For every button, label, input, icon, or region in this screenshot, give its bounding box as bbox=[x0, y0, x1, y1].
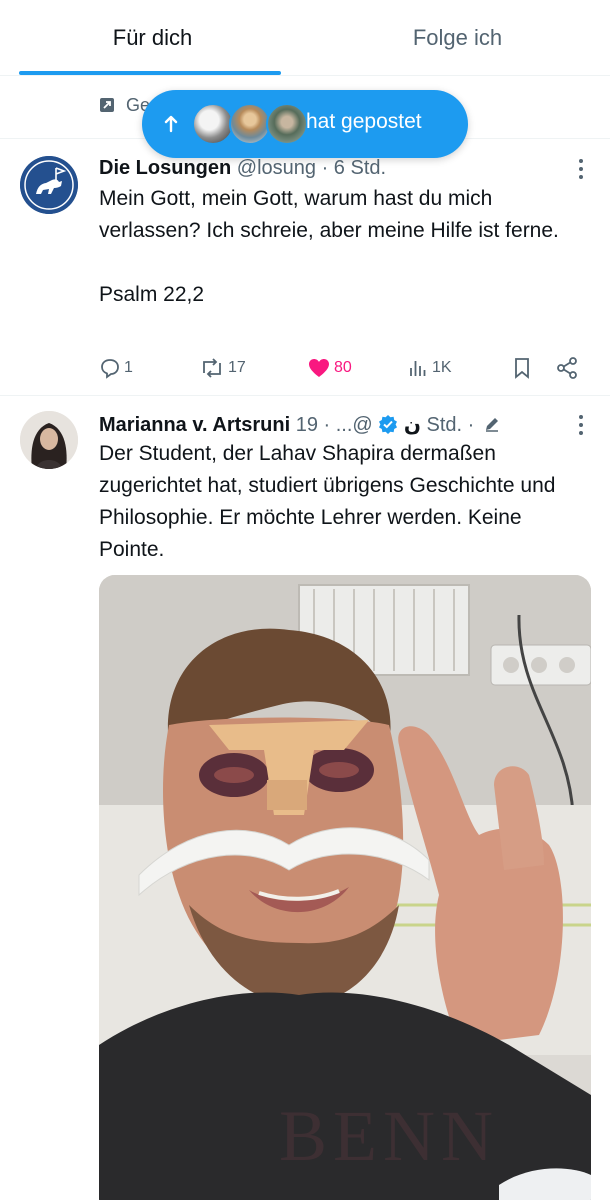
external-link-icon bbox=[100, 98, 114, 112]
action-bar: 1 17 80 1K bbox=[99, 354, 589, 382]
repost-count: 17 bbox=[228, 359, 246, 376]
author-name[interactable]: Die Losungen bbox=[99, 157, 231, 179]
tab-following[interactable]: Folge ich bbox=[305, 0, 610, 75]
view-count: 1K bbox=[432, 359, 452, 376]
avatar-photo bbox=[20, 411, 78, 469]
reply-count: 1 bbox=[124, 359, 133, 376]
bookmark-icon bbox=[515, 358, 529, 379]
views-button[interactable]: 1K bbox=[407, 354, 452, 382]
arrow-up-icon bbox=[164, 115, 178, 133]
post[interactable]: Marianna v. Artsruni ن @... · 19 Std. · … bbox=[0, 397, 610, 1200]
share-icon bbox=[557, 357, 577, 379]
handle-time: @losung · 6 Std. bbox=[231, 157, 387, 179]
new-posts-label: hat gepostet bbox=[306, 110, 422, 133]
pill-avatar bbox=[266, 103, 308, 145]
tab-for-you-label: Für dich bbox=[112, 24, 193, 50]
post-photo: BENN bbox=[99, 575, 591, 1200]
post-text: Der Student, der Lahav Shapira dermaßen … bbox=[99, 442, 562, 561]
reply-icon bbox=[101, 359, 119, 379]
like-count: 80 bbox=[334, 359, 352, 376]
post[interactable]: Die Losungen @losung · 6 Std. Mein Gott,… bbox=[0, 140, 610, 396]
losungen-logo-icon bbox=[20, 156, 78, 214]
bookmark-button[interactable] bbox=[511, 354, 536, 382]
post-header: Marianna v. Artsruni ن @... · 19 Std. · bbox=[99, 412, 500, 437]
pill-avatar bbox=[229, 103, 271, 145]
tab-for-you[interactable]: Für dich bbox=[0, 0, 305, 75]
avatar[interactable] bbox=[20, 156, 78, 214]
post-image[interactable]: BENN bbox=[99, 575, 591, 1200]
active-tab-indicator bbox=[19, 71, 281, 75]
repost-icon bbox=[203, 358, 221, 378]
share-button[interactable] bbox=[555, 354, 582, 382]
svg-text:BENN: BENN bbox=[279, 1096, 499, 1176]
timeline-tabs: Für dich Folge ich bbox=[0, 0, 610, 76]
tab-following-label: Folge ich bbox=[412, 24, 503, 50]
verified-badge-icon bbox=[379, 415, 398, 434]
post-header: Die Losungen @losung · 6 Std. bbox=[99, 157, 386, 180]
repost-button[interactable]: 17 bbox=[199, 354, 246, 382]
more-icon[interactable] bbox=[578, 159, 584, 181]
pill-avatar bbox=[192, 103, 234, 145]
author-name[interactable]: Marianna v. Artsruni bbox=[99, 414, 290, 436]
edited-pencil-icon bbox=[485, 418, 498, 432]
more-icon[interactable] bbox=[578, 415, 584, 437]
like-icon bbox=[309, 359, 329, 377]
views-icon bbox=[410, 361, 426, 376]
avatar[interactable] bbox=[20, 411, 78, 469]
like-button[interactable]: 80 bbox=[307, 354, 352, 382]
reply-button[interactable]: 1 bbox=[99, 354, 133, 382]
post-text: Mein Gott, mein Gott, warum hast du mich… bbox=[99, 187, 559, 306]
